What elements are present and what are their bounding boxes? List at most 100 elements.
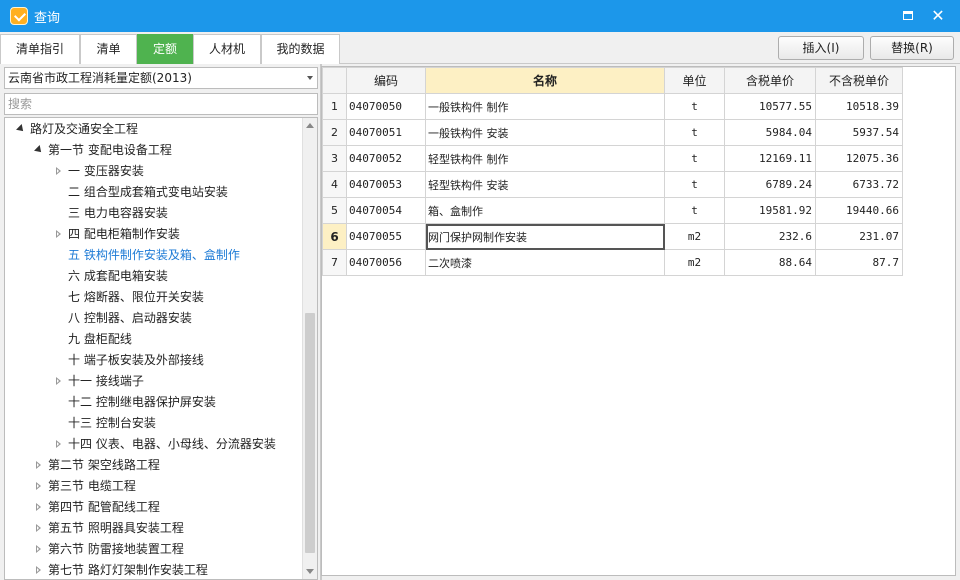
- row-number[interactable]: 7: [322, 249, 347, 276]
- tree-node[interactable]: 路灯及交通安全工程: [15, 119, 138, 140]
- expand-arrow-icon[interactable]: [53, 434, 65, 455]
- name-cell[interactable]: 箱、盒制作: [425, 197, 665, 224]
- name-cell[interactable]: 二次喷漆: [425, 249, 665, 276]
- tree-node[interactable]: 九 盘柜配线: [53, 329, 132, 350]
- unit-cell[interactable]: t: [664, 197, 725, 224]
- header-price-without-tax[interactable]: 不含税单价: [815, 67, 903, 94]
- price-without-tax-cell[interactable]: 87.7: [815, 249, 903, 276]
- row-number[interactable]: 3: [322, 145, 347, 172]
- expand-arrow-icon[interactable]: [33, 476, 45, 497]
- tree-node[interactable]: 第一节 变配电设备工程: [33, 140, 172, 161]
- unit-cell[interactable]: t: [664, 171, 725, 198]
- table-row[interactable]: 6 04070055 网门保护网制作安装 m2 232.6 231.07: [322, 223, 903, 250]
- insert-button[interactable]: 插入(I): [778, 36, 864, 60]
- unit-cell[interactable]: t: [664, 119, 725, 146]
- expand-arrow-icon[interactable]: [33, 539, 45, 560]
- tree-node[interactable]: 五 铁构件制作安装及箱、盒制作: [53, 245, 240, 266]
- code-cell[interactable]: 04070051: [346, 119, 426, 146]
- expand-arrow-icon[interactable]: [33, 518, 45, 539]
- library-select[interactable]: 云南省市政工程消耗量定额(2013): [4, 67, 318, 89]
- tree-node[interactable]: 二 组合型成套箱式变电站安装: [53, 182, 228, 203]
- unit-cell[interactable]: t: [664, 93, 725, 120]
- price-with-tax-cell[interactable]: 10577.55: [724, 93, 816, 120]
- name-cell[interactable]: 轻型铁构件 安装: [425, 171, 665, 198]
- price-with-tax-cell[interactable]: 6789.24: [724, 171, 816, 198]
- header-name[interactable]: 名称: [425, 67, 665, 94]
- table-row[interactable]: 1 04070050 一般铁构件 制作 t 10577.55 10518.39: [322, 93, 903, 120]
- price-with-tax-cell[interactable]: 88.64: [724, 249, 816, 276]
- scroll-up-icon[interactable]: [306, 123, 314, 128]
- expand-arrow-icon[interactable]: [53, 224, 65, 245]
- row-number[interactable]: 6: [322, 223, 347, 250]
- tree-node[interactable]: 第二节 架空线路工程: [33, 455, 160, 476]
- table-row[interactable]: 5 04070054 箱、盒制作 t 19581.92 19440.66: [322, 197, 903, 224]
- tree-node[interactable]: 四 配电柜箱制作安装: [53, 224, 180, 245]
- price-with-tax-cell[interactable]: 19581.92: [724, 197, 816, 224]
- table-row[interactable]: 2 04070051 一般铁构件 安装 t 5984.04 5937.54: [322, 119, 903, 146]
- scroll-down-icon[interactable]: [306, 569, 314, 574]
- unit-cell[interactable]: m2: [664, 223, 725, 250]
- table-row[interactable]: 7 04070056 二次喷漆 m2 88.64 87.7: [322, 249, 903, 276]
- price-with-tax-cell[interactable]: 5984.04: [724, 119, 816, 146]
- tree-node[interactable]: 六 成套配电箱安装: [53, 266, 168, 287]
- price-without-tax-cell[interactable]: 12075.36: [815, 145, 903, 172]
- tree-node[interactable]: 一 变压器安装: [53, 161, 144, 182]
- expand-arrow-icon[interactable]: [33, 497, 45, 518]
- dropdown-arrow-icon[interactable]: [307, 76, 313, 80]
- tab-bill-guide[interactable]: 清单指引: [0, 34, 80, 64]
- header-price-with-tax[interactable]: 含税单价: [724, 67, 816, 94]
- code-cell[interactable]: 04070052: [346, 145, 426, 172]
- expand-arrow-icon[interactable]: [33, 455, 45, 476]
- tab-my-data[interactable]: 我的数据: [261, 34, 340, 64]
- price-without-tax-cell[interactable]: 231.07: [815, 223, 903, 250]
- expand-arrow-icon[interactable]: [33, 560, 45, 579]
- tab-bill[interactable]: 清单: [80, 34, 137, 64]
- tree-node[interactable]: 十三 控制台安装: [53, 413, 156, 434]
- tree-node[interactable]: 三 电力电容器安装: [53, 203, 168, 224]
- price-without-tax-cell[interactable]: 10518.39: [815, 93, 903, 120]
- expand-arrow-icon[interactable]: [53, 371, 65, 392]
- code-cell[interactable]: 04070050: [346, 93, 426, 120]
- expand-arrow-icon[interactable]: [53, 161, 65, 182]
- row-number[interactable]: 4: [322, 171, 347, 198]
- row-number[interactable]: 5: [322, 197, 347, 224]
- code-cell[interactable]: 04070054: [346, 197, 426, 224]
- tree-node[interactable]: 第三节 电缆工程: [33, 476, 136, 497]
- tree-node[interactable]: 十一 接线端子: [53, 371, 144, 392]
- table-row[interactable]: 4 04070053 轻型铁构件 安装 t 6789.24 6733.72: [322, 171, 903, 198]
- code-cell[interactable]: 04070056: [346, 249, 426, 276]
- replace-button[interactable]: 替换(R): [870, 36, 954, 60]
- tree-node[interactable]: 第四节 配管配线工程: [33, 497, 160, 518]
- name-cell[interactable]: 一般铁构件 制作: [425, 93, 665, 120]
- tree-node[interactable]: 第七节 路灯灯架制作安装工程: [33, 560, 208, 579]
- tree-node[interactable]: 十二 控制继电器保护屏安装: [53, 392, 216, 413]
- name-cell[interactable]: 一般铁构件 安装: [425, 119, 665, 146]
- price-with-tax-cell[interactable]: 12169.11: [724, 145, 816, 172]
- code-cell[interactable]: 04070053: [346, 171, 426, 198]
- name-cell[interactable]: 轻型铁构件 制作: [425, 145, 665, 172]
- tab-quota[interactable]: 定额: [137, 34, 193, 64]
- price-with-tax-cell[interactable]: 232.6: [724, 223, 816, 250]
- row-number[interactable]: 2: [322, 119, 347, 146]
- collapse-arrow-icon[interactable]: [33, 140, 45, 161]
- unit-cell[interactable]: t: [664, 145, 725, 172]
- header-unit[interactable]: 单位: [664, 67, 725, 94]
- price-without-tax-cell[interactable]: 19440.66: [815, 197, 903, 224]
- search-input[interactable]: [4, 93, 318, 115]
- table-row[interactable]: 3 04070052 轻型铁构件 制作 t 12169.11 12075.36: [322, 145, 903, 172]
- tab-labor-material-machine[interactable]: 人材机: [193, 34, 261, 64]
- header-code[interactable]: 编码: [346, 67, 426, 94]
- collapse-arrow-icon[interactable]: [15, 119, 27, 140]
- tree-node[interactable]: 七 熔断器、限位开关安装: [53, 287, 204, 308]
- tree-scrollbar[interactable]: [302, 118, 317, 579]
- name-cell[interactable]: 网门保护网制作安装: [425, 223, 665, 250]
- tree-node[interactable]: 十四 仪表、电器、小母线、分流器安装: [53, 434, 276, 455]
- code-cell[interactable]: 04070055: [346, 223, 426, 250]
- price-without-tax-cell[interactable]: 5937.54: [815, 119, 903, 146]
- scroll-thumb[interactable]: [305, 313, 315, 553]
- row-number[interactable]: 1: [322, 93, 347, 120]
- tree-node[interactable]: 十 端子板安装及外部接线: [53, 350, 204, 371]
- tree-node[interactable]: 八 控制器、启动器安装: [53, 308, 192, 329]
- unit-cell[interactable]: m2: [664, 249, 725, 276]
- maximize-button[interactable]: [898, 6, 918, 26]
